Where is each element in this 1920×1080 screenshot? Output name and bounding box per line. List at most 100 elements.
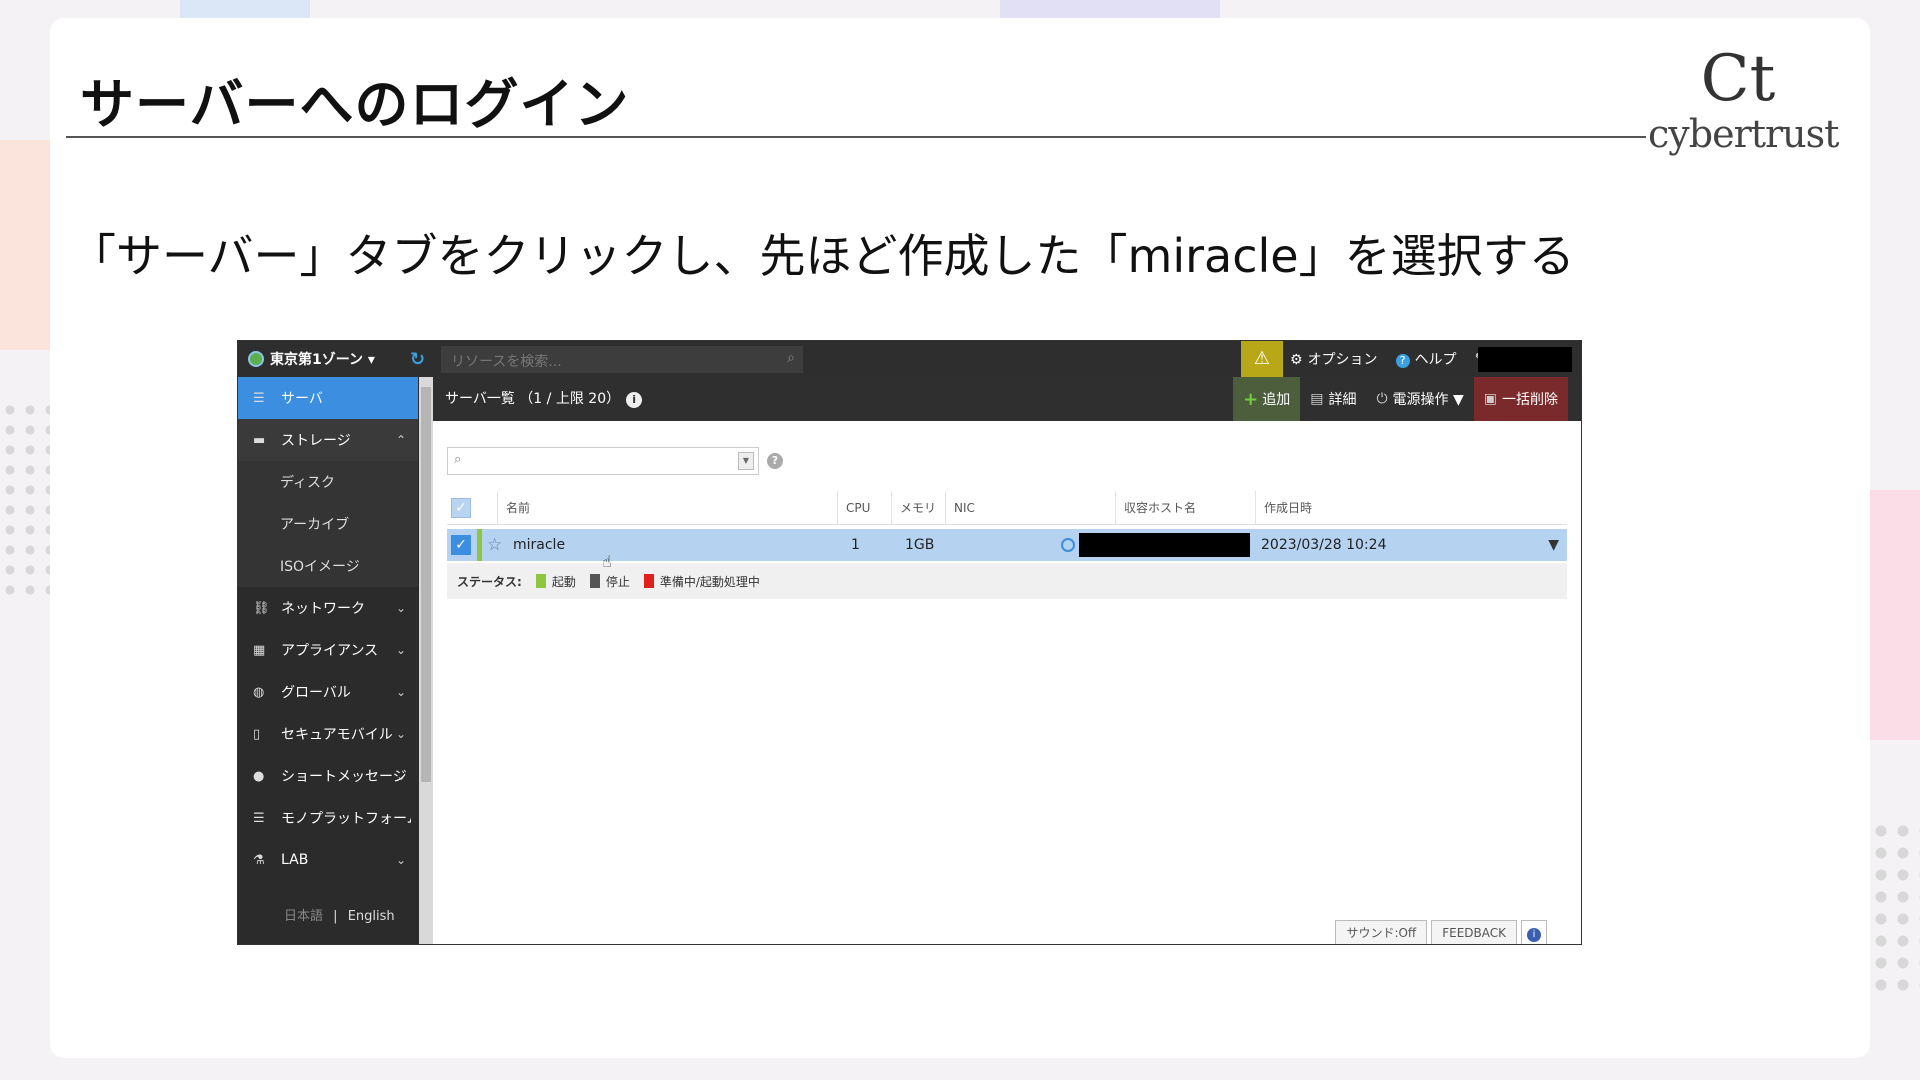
col-name[interactable]: 名前 — [497, 491, 837, 525]
legend-running: 起動 — [551, 574, 576, 589]
col-host[interactable]: 収容ホスト名 — [1115, 491, 1255, 525]
sidebar: ☰ サーバ ▬ ストレージ ⌃ ディスク アーカイブ ISOイメージ ⛓ ネット… — [238, 377, 433, 944]
book-icon: ▤ — [1310, 391, 1324, 407]
sidebar-item-mono-platform[interactable]: ☰ モノプラットフォーム — [238, 797, 418, 839]
col-created[interactable]: 作成日時 — [1255, 491, 1415, 525]
dropdown-icon[interactable]: ▼ — [738, 452, 754, 470]
sidebar-item-global[interactable]: ◍ グローバル ⌄ — [238, 671, 418, 713]
help-icon: ? — [1395, 354, 1410, 368]
refresh-icon[interactable]: ↻ — [410, 349, 425, 370]
sound-toggle-button[interactable]: サウンド:Off — [1335, 920, 1428, 944]
sidebar-subitem-archive[interactable]: アーカイブ — [238, 503, 418, 545]
app-window: 東京第1ゾーン ▾ ↻ リソースを検索... ⌕ ⚠ ⚙オプション ?ヘルプ ✎… — [237, 340, 1582, 945]
zone-label: 東京第1ゾーン ▾ — [270, 352, 375, 368]
decor-dots-left — [0, 400, 50, 600]
feedback-button[interactable]: FEEDBACK — [1431, 920, 1517, 944]
plus-icon: + — [1243, 388, 1259, 410]
cybertrust-logo: Ct cybertrust — [1648, 44, 1839, 156]
grid-icon: ▦ — [253, 642, 266, 658]
top-bar: 東京第1ゾーン ▾ ↻ リソースを検索... ⌕ ⚠ ⚙オプション ?ヘルプ ✎ — [238, 341, 1581, 377]
sidebar-item-lab[interactable]: ⚗ LAB ⌄ — [238, 839, 418, 881]
decor-dots-right — [1870, 820, 1920, 1000]
status-indicator — [477, 529, 482, 561]
add-button[interactable]: + 追加 — [1233, 377, 1301, 421]
globe-icon: ◍ — [253, 684, 265, 700]
sidebar-item-network[interactable]: ⛓ ネットワーク ⌄ — [238, 587, 418, 629]
language-switcher: 日本語 | English — [284, 905, 395, 924]
legend-label: ステータス: — [457, 574, 522, 589]
legend-stopped: 停止 — [605, 574, 630, 589]
panel-actions: + 追加 ▤ 詳細 ⏻ 電源操作 ▼ ▣ 一括削除 — [1233, 377, 1568, 421]
sidebar-item-storage[interactable]: ▬ ストレージ ⌃ — [238, 419, 418, 461]
warning-icon[interactable]: ⚠ — [1241, 341, 1283, 377]
sidebar-item-secure-mobile[interactable]: ▯ セキュアモバイル ⌄ — [238, 713, 418, 755]
decor-lilac-top — [1000, 0, 1220, 18]
scrollbar-thumb[interactable] — [421, 387, 431, 782]
row-checkbox[interactable]: ✓ — [451, 535, 471, 555]
legend-running-swatch — [535, 574, 546, 588]
decor-blue-top — [180, 0, 310, 18]
chevron-down-icon: ⌄ — [395, 685, 406, 699]
star-icon[interactable]: ☆ — [487, 529, 502, 561]
logo-text: cybertrust — [1648, 112, 1839, 156]
power-button[interactable]: ⏻ 電源操作 ▼ — [1366, 377, 1473, 421]
sidebar-subitem-iso[interactable]: ISOイメージ — [238, 545, 418, 587]
col-nic[interactable]: NIC — [945, 491, 1115, 525]
zone-selector[interactable]: 東京第1ゾーン ▾ — [248, 341, 375, 377]
hand-cursor-icon: ☝ — [602, 552, 612, 571]
status-legend: ステータス: 起動 停止 準備中/起動処理中 — [447, 563, 1567, 599]
lang-separator: | — [333, 909, 338, 924]
legend-stopped-swatch — [589, 574, 600, 588]
flask-icon: ⚗ — [253, 852, 265, 868]
col-memory[interactable]: メモリ — [891, 491, 945, 525]
col-cpu[interactable]: CPU — [837, 491, 891, 525]
sidebar-item-appliance[interactable]: ▦ アプライアンス ⌄ — [238, 629, 418, 671]
sidebar-subitem-disk[interactable]: ディスク — [238, 461, 418, 503]
row-created: 2023/03/28 10:24 — [1261, 537, 1387, 553]
row-cpu: 1 — [851, 537, 860, 553]
mobile-icon: ▯ — [253, 726, 261, 742]
legend-preparing: 準備中/起動処理中 — [659, 574, 760, 589]
nic-icon — [1061, 538, 1075, 552]
table-header: ✓ 名前 CPU メモリ NIC 収容ホスト名 作成日時 — [447, 491, 1567, 525]
chevron-down-icon: ⌄ — [395, 601, 406, 615]
chevron-down-icon: ⌄ — [395, 853, 406, 867]
info-icon[interactable]: i — [626, 392, 643, 408]
select-all-checkbox[interactable]: ✓ — [451, 498, 471, 518]
filter-input[interactable]: ⌕ ▼ — [447, 447, 759, 475]
row-memory: 1GB — [905, 537, 935, 553]
gear-icon: ⚙ — [1290, 352, 1303, 368]
chevron-up-icon: ⌃ — [395, 433, 406, 447]
main-panel: サーバ一覧 （1 / 上限 20） i + 追加 ▤ 詳細 ⏻ 電源操作 ▼ ▣ 一括削除… — [433, 377, 1581, 944]
sidebar-item-short-message[interactable]: ● ショートメッセージ ⌄ — [238, 755, 418, 797]
help-menu[interactable]: ? ヘルプ — [1395, 349, 1457, 369]
help-icon[interactable]: ? — [767, 453, 783, 469]
table-row[interactable]: ✓ ☆ miracle 1 1GB 2023/03/28 10:24 ▼ — [447, 529, 1567, 561]
footer-buttons: サウンド:Off FEEDBACK i — [1335, 920, 1547, 944]
slide-instruction: 「サーバー」タブをクリックし、先ほど作成した「miracle」を選択する — [70, 229, 1575, 283]
redacted-host — [1112, 533, 1250, 557]
option-menu[interactable]: ⚙ オプション — [1290, 349, 1378, 369]
network-icon: ⛓ — [253, 600, 270, 616]
legend-preparing-swatch — [643, 574, 654, 588]
row-name[interactable]: miracle — [513, 529, 565, 561]
lang-en[interactable]: English — [348, 909, 395, 924]
bulk-delete-button[interactable]: ▣ 一括削除 — [1473, 377, 1568, 421]
sidebar-scrollbar[interactable] — [419, 377, 433, 944]
info-icon: i — [1527, 928, 1541, 942]
chevron-down-icon: ⌄ — [395, 769, 406, 783]
search-icon: ⌕ — [454, 452, 462, 467]
sidebar-item-server[interactable]: ☰ サーバ — [238, 377, 418, 419]
title-divider — [66, 136, 1646, 138]
lang-ja[interactable]: 日本語 — [284, 909, 323, 924]
storage-icon: ▬ — [253, 432, 266, 448]
resource-search-input[interactable]: リソースを検索... ⌕ — [441, 346, 803, 373]
info-button[interactable]: i — [1521, 920, 1547, 944]
list-icon: ☰ — [253, 390, 265, 406]
decor-pink-right — [1870, 490, 1920, 740]
trash-icon: ▣ — [1483, 391, 1497, 407]
detail-button[interactable]: ▤ 詳細 — [1300, 377, 1366, 421]
power-icon: ⏻ — [1376, 391, 1388, 407]
chevron-down-icon: ⌄ — [395, 643, 406, 657]
row-menu-icon[interactable]: ▼ — [1548, 529, 1559, 561]
